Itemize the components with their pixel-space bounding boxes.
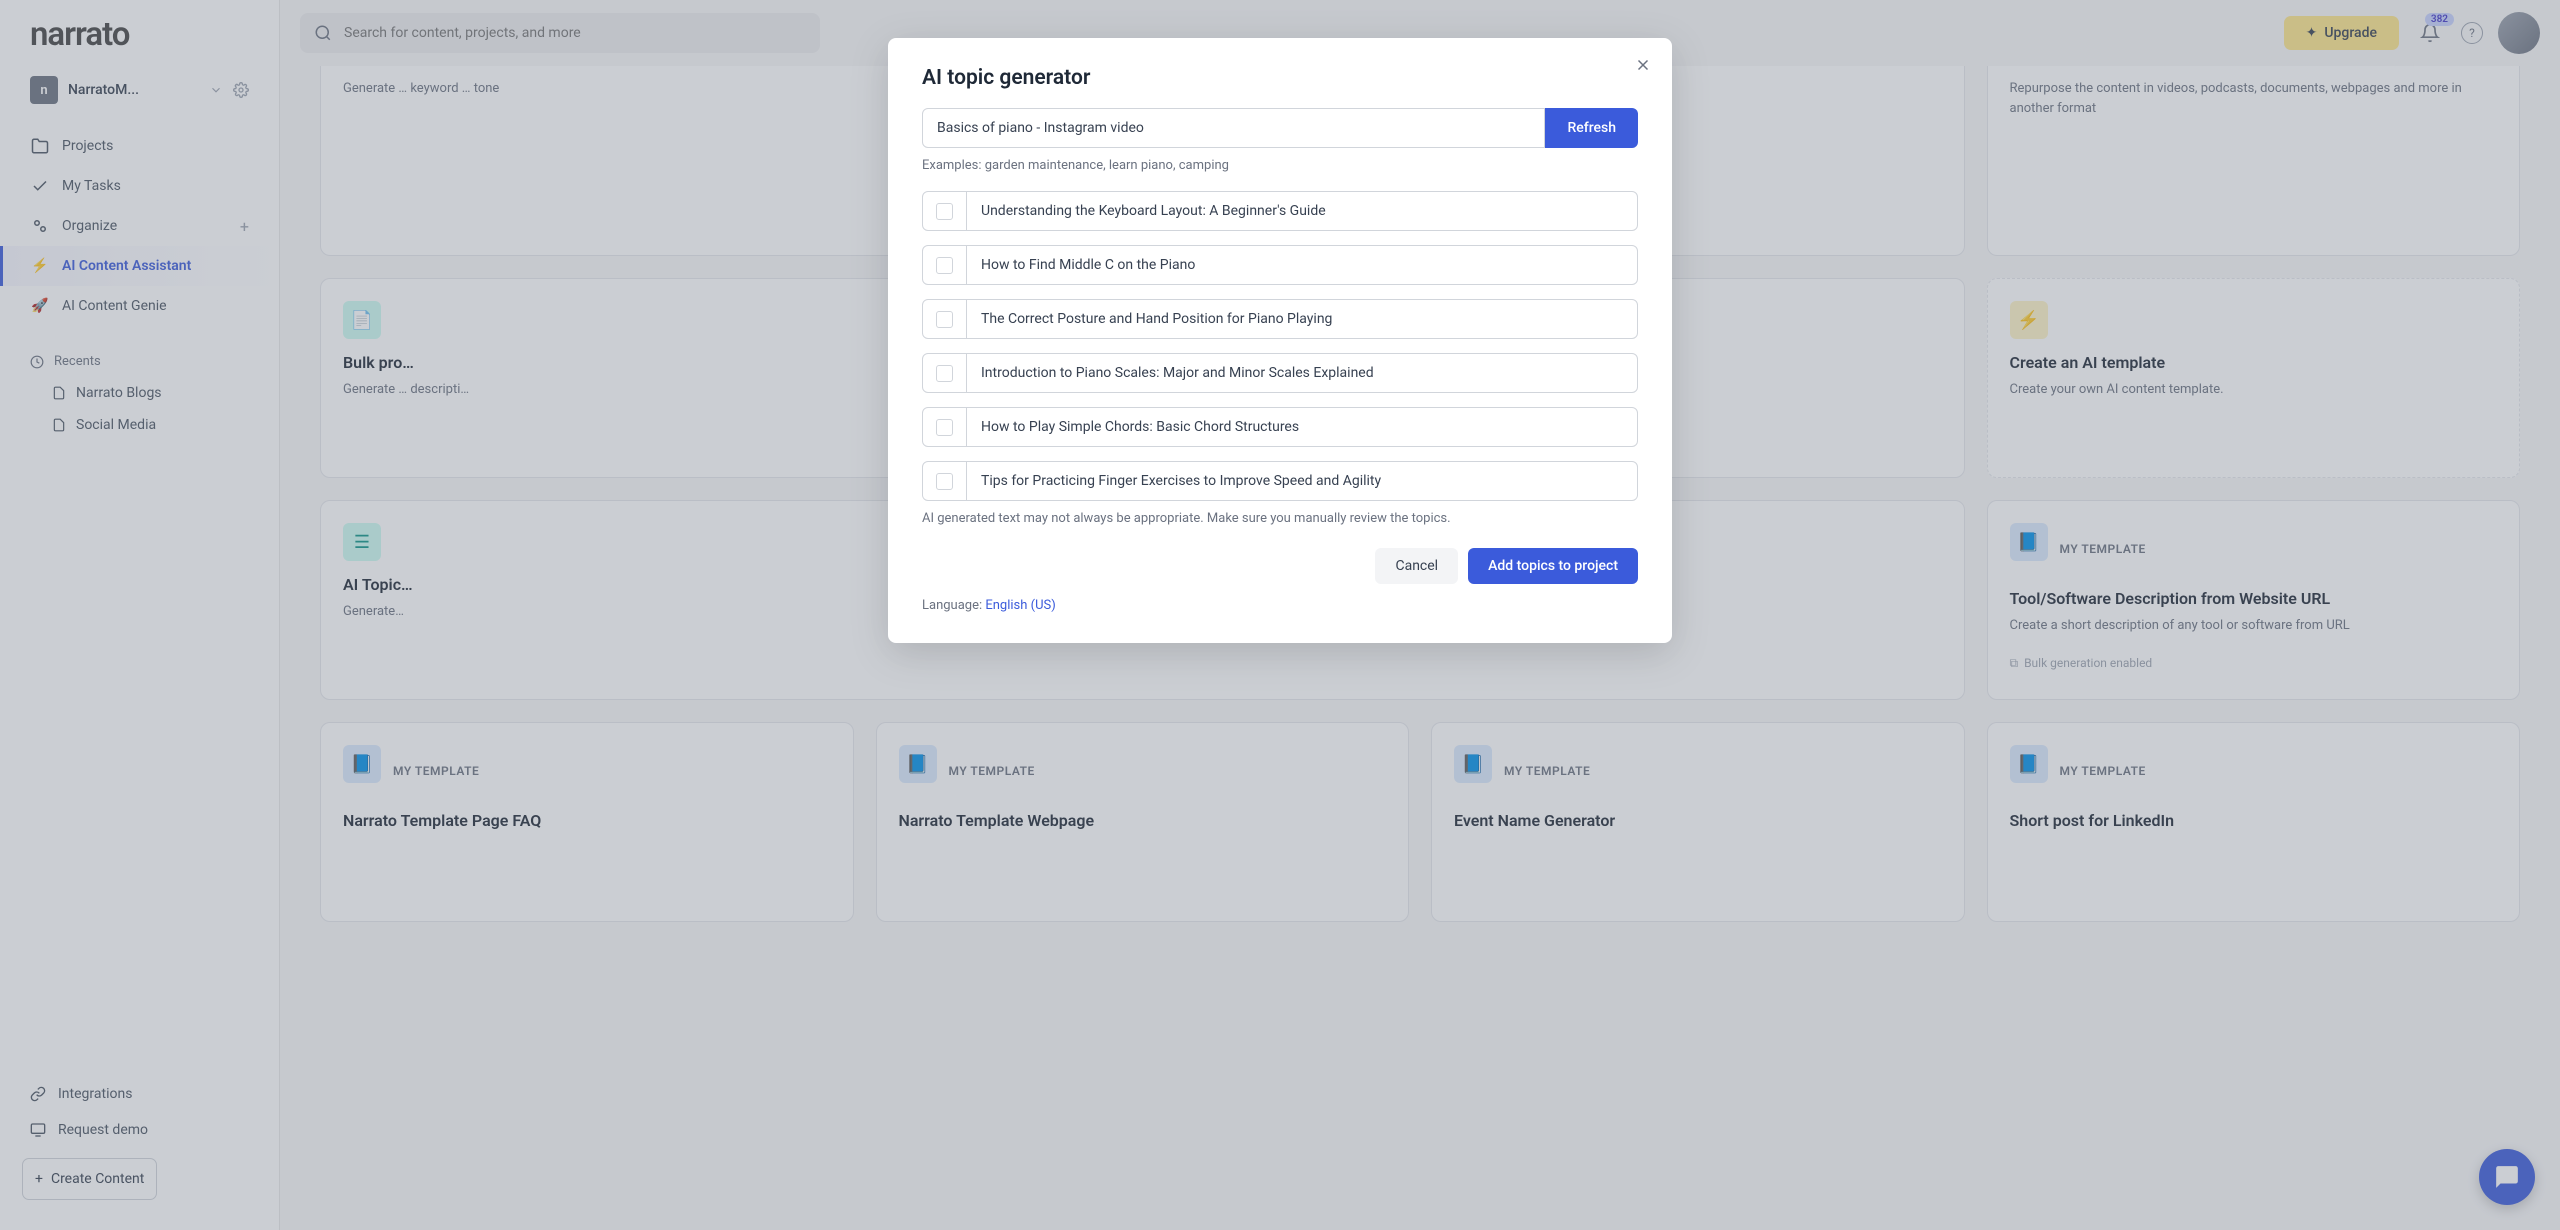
topic-item: How to Play Simple Chords: Basic Chord S… (922, 407, 1638, 447)
modal-footer: Cancel Add topics to project (922, 548, 1638, 584)
topic-input-row: Refresh (922, 108, 1638, 148)
topic-text[interactable]: Introduction to Piano Scales: Major and … (967, 354, 1637, 392)
language-row: Language: English (US) (922, 598, 1638, 613)
topic-item: Understanding the Keyboard Layout: A Beg… (922, 191, 1638, 231)
disclaimer-text: AI generated text may not always be appr… (922, 511, 1638, 526)
topic-checkbox[interactable] (936, 365, 953, 382)
modal-title: AI topic generator (922, 66, 1638, 90)
topic-text[interactable]: Tips for Practicing Finger Exercises to … (967, 462, 1637, 500)
topic-text[interactable]: How to Play Simple Chords: Basic Chord S… (967, 408, 1637, 446)
topic-text[interactable]: The Correct Posture and Hand Position fo… (967, 300, 1637, 338)
refresh-button[interactable]: Refresh (1545, 108, 1638, 148)
topic-item: Introduction to Piano Scales: Major and … (922, 353, 1638, 393)
topic-input[interactable] (922, 108, 1545, 148)
topic-item: How to Find Middle C on the Piano (922, 245, 1638, 285)
topic-checkbox[interactable] (936, 203, 953, 220)
topic-list: Understanding the Keyboard Layout: A Beg… (922, 191, 1638, 501)
language-link[interactable]: English (US) (985, 598, 1055, 613)
topic-text[interactable]: How to Find Middle C on the Piano (967, 246, 1637, 284)
language-label: Language: (922, 598, 985, 613)
examples-text: Examples: garden maintenance, learn pian… (922, 158, 1638, 173)
topic-item: The Correct Posture and Hand Position fo… (922, 299, 1638, 339)
topic-item: Tips for Practicing Finger Exercises to … (922, 461, 1638, 501)
ai-topic-generator-modal: AI topic generator Refresh Examples: gar… (888, 38, 1672, 643)
topic-checkbox[interactable] (936, 311, 953, 328)
cancel-button[interactable]: Cancel (1375, 548, 1458, 584)
topic-checkbox[interactable] (936, 257, 953, 274)
close-icon[interactable] (1634, 56, 1652, 74)
topic-text[interactable]: Understanding the Keyboard Layout: A Beg… (967, 192, 1637, 230)
topic-checkbox[interactable] (936, 473, 953, 490)
modal-overlay[interactable]: AI topic generator Refresh Examples: gar… (0, 0, 2560, 1230)
add-topics-button[interactable]: Add topics to project (1468, 548, 1638, 584)
topic-checkbox[interactable] (936, 419, 953, 436)
